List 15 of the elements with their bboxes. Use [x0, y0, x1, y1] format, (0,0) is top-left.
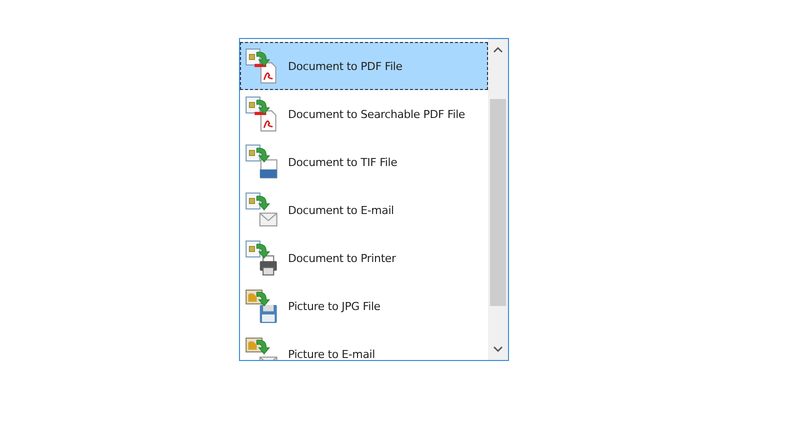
document-conversion-icon	[244, 144, 280, 180]
document-conversion-icon	[244, 192, 280, 228]
list-item[interactable]: Picture to E-mail	[240, 330, 488, 360]
picture-conversion-icon	[244, 288, 280, 324]
list-item[interactable]: Document to Printer	[240, 234, 488, 282]
list-item[interactable]: Document to PDF File	[240, 42, 488, 90]
scrollbar[interactable]	[488, 39, 508, 360]
list-item[interactable]: Document to TIF File	[240, 138, 488, 186]
list-item[interactable]: Picture to JPG File	[240, 282, 488, 330]
document-conversion-icon	[244, 240, 280, 276]
list-item[interactable]: Document to Searchable PDF File	[240, 90, 488, 138]
scroll-thumb[interactable]	[490, 99, 506, 306]
scroll-up-icon[interactable]	[492, 46, 504, 54]
list-item[interactable]: Document to E-mail	[240, 186, 488, 234]
scroll-down-icon[interactable]	[492, 345, 504, 353]
